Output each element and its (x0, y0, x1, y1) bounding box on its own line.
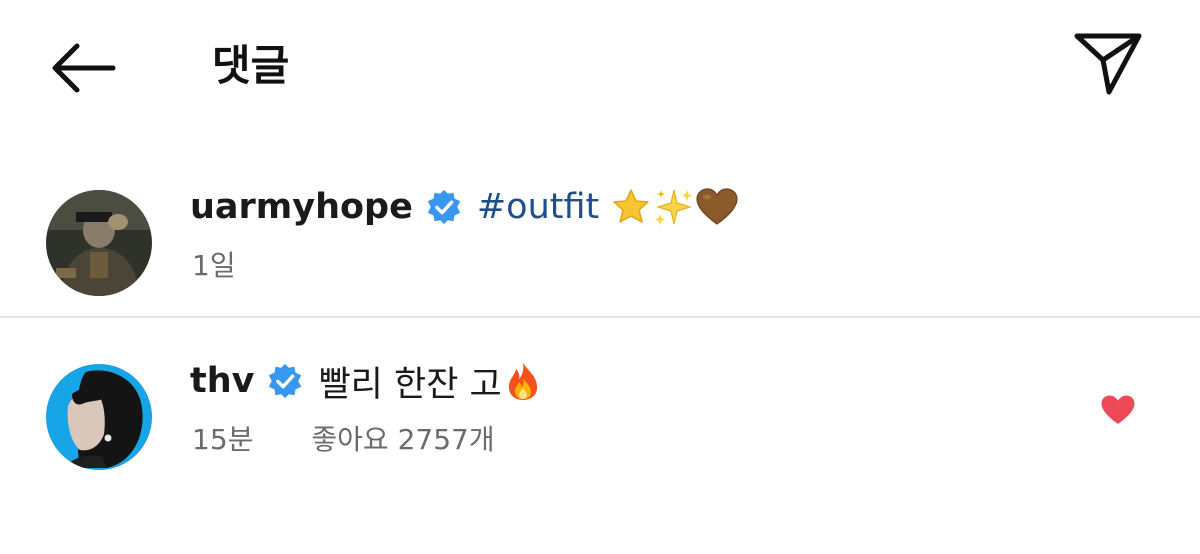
avatar[interactable] (46, 190, 152, 296)
comment-time: 15분 (192, 423, 254, 456)
page-title: 댓글 (212, 41, 290, 90)
comment-username[interactable]: thv (190, 361, 254, 401)
divider (0, 316, 1200, 318)
fire-icon (504, 360, 542, 402)
heart-filled-icon (1101, 395, 1135, 424)
paper-plane-icon (1074, 33, 1142, 95)
avatar[interactable] (46, 364, 152, 470)
brown-heart-icon (695, 187, 739, 227)
share-button[interactable] (1066, 26, 1150, 100)
back-button[interactable] (40, 36, 124, 100)
comment-time: 1일 (192, 249, 236, 282)
arrow-left-icon (52, 43, 116, 93)
sparkles-icon (653, 186, 695, 228)
verified-badge-icon (266, 362, 304, 400)
comment-text: 빨리 한잔 고 (318, 364, 502, 405)
comment-username[interactable]: uarmyhope (190, 187, 413, 227)
comment-item: uarmyhope #outfit 1일 (0, 180, 1200, 316)
star-icon (611, 187, 651, 227)
comment-item: thv 빨리 한잔 고 15분 좋아요 2757개 (0, 356, 1200, 496)
app-header: 댓글 (0, 0, 1200, 140)
like-button[interactable] (1096, 390, 1140, 430)
verified-badge-icon (425, 188, 463, 226)
comment-hashtag[interactable]: #outfit (477, 187, 599, 227)
likes-count[interactable]: 좋아요 2757개 (311, 418, 494, 458)
